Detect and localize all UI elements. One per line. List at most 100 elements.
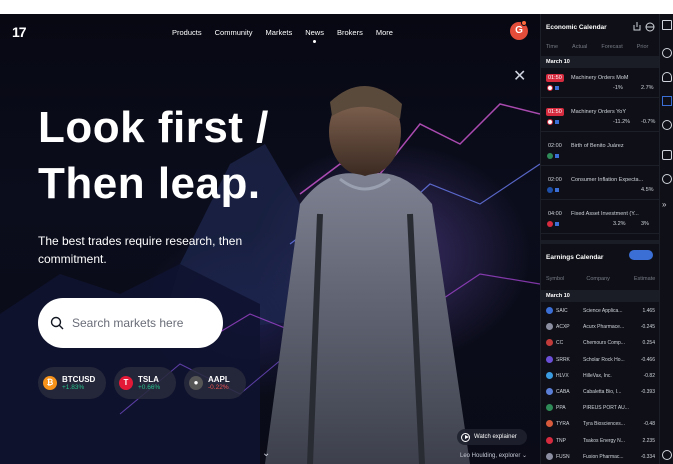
earnings-symbol: CC [556,340,564,347]
flag-icon [547,187,553,193]
earnings-row[interactable]: SRRK Scholar Rock Ho... -0.466 [541,353,659,367]
earnings-estimate: -0.393 [640,389,655,395]
event-value-2: -0.7% [641,119,656,125]
event-time: 02:00 [548,143,562,149]
earnings-estimate: 1.465 [642,308,655,314]
earnings-row[interactable]: TNP Tsakos Energy N... 2.235 [541,434,659,448]
nav-item-more[interactable]: More [376,28,393,43]
event-value-1: 3.2% [613,221,626,227]
event-name: Fixed Asset Investment (Y... [571,211,639,217]
earnings-estimate: -0.82 [643,372,655,379]
alert-clock-icon[interactable] [662,48,672,58]
event-row[interactable]: 02:00 Birth of Benito Juárez [541,140,659,166]
top-navigation: 17 Products Community Markets News Broke… [0,14,540,50]
earnings-row[interactable]: SAIC Science Applica... 1.465 [541,304,659,318]
event-row[interactable]: 01:50 Machinery Orders YoY -11.2% -0.7% [541,106,659,132]
earnings-symbol: TNP [556,437,566,444]
collapse-icon[interactable]: » [662,200,672,210]
search-icon [50,316,64,330]
event-value-2: 2.7% [641,85,654,91]
watchlist-icon[interactable] [662,20,672,30]
event-row[interactable]: 04:00 Fixed Asset Investment (Y... 3.2% … [541,208,659,234]
apple-icon: ● [189,376,203,390]
earnings-symbol: ACXP [556,324,570,331]
close-icon[interactable]: ✕ [513,66,526,86]
event-name: Machinery Orders MoM [571,75,629,81]
nav-item-products[interactable]: Products [172,28,202,43]
company-logo-icon [546,452,553,460]
earnings-row[interactable]: CC Chemours Comp... 0.254 [541,336,659,350]
event-row[interactable]: 02:00 Consumer Inflation Expecta... 4.5% [541,174,659,200]
col-actual: Actual [572,44,588,50]
earnings-estimate: 2.235 [642,437,655,444]
event-time: 04:00 [548,211,562,217]
ticker-btcusd[interactable]: ₿ BTCUSD +1.83% [38,367,106,399]
ticker-tsla[interactable]: T TSLA +0.66% [114,367,176,399]
ticker-aapl[interactable]: ● AAPL -0.22% [184,367,246,399]
bell-icon[interactable] [662,72,672,82]
ticker-change: +1.83% [62,384,85,391]
share-icon[interactable] [633,22,641,31]
top-strip [0,0,673,14]
event-name: Consumer Inflation Expecta... [571,177,644,183]
nav-item-news[interactable]: News [305,28,324,43]
company-logo-icon [546,420,553,428]
event-row[interactable]: 01:50 Machinery Orders MoM -1% 2.7% [541,72,659,98]
headline-line-2: Then leap. [38,159,261,208]
event-value-2: 3% [641,221,649,227]
economic-columns: Time Actual Forecast Prior [546,44,659,50]
earnings-symbol: CABA [556,389,570,395]
ticker-symbol: BTCUSD [62,375,96,384]
importance-icon [555,222,559,226]
tradingview-logo[interactable]: 17 [12,24,27,40]
country-flags-icon[interactable] [629,250,653,260]
search-box[interactable]: Search markets here [38,298,223,348]
event-time: 01:50 [546,74,564,82]
earnings-company: Cabaletta Bio, I... [583,389,622,395]
earnings-company: Scholar Rock Ho... [583,356,625,363]
col-prior: Prior [636,44,649,50]
nav-menu: Products Community Markets News Brokers … [172,28,393,43]
lightbulb-icon[interactable] [662,120,672,130]
earnings-company: Tsakos Energy N... [583,437,625,444]
nav-item-markets[interactable]: Markets [266,28,293,43]
chat-icon[interactable] [662,150,672,160]
company-logo-icon [546,339,553,347]
earnings-symbol: PPA [556,405,566,412]
watch-label: Watch explainer [474,434,517,440]
nav-item-community[interactable]: Community [215,28,253,43]
chevron-down-icon[interactable]: ⌄ [262,448,270,459]
globe-icon[interactable] [645,22,655,32]
event-name: Birth of Benito Juárez [571,143,624,149]
ticker-change: -0.22% [208,384,229,391]
earnings-company: HilleVax, Inc. [583,372,612,379]
earnings-estimate: -0.334 [640,453,655,460]
photo-credit[interactable]: Leo Houlding, explorer ⌄ [460,452,527,459]
earnings-row[interactable]: FUSN Fusion Pharmac... -0.334 [541,450,659,464]
tesla-icon: T [119,376,133,390]
earnings-row[interactable]: ACXP Acurx Pharmace... -0.245 [541,320,659,334]
notification-dot [521,20,527,26]
col-symbol: Symbol [546,276,565,282]
earnings-date: March 10 [541,290,659,302]
right-toolbar: » [659,14,673,464]
company-logo-icon [546,307,553,314]
earnings-row[interactable]: PPA PIREUS PORT AU... [541,401,659,415]
earnings-row[interactable]: HLVX HilleVax, Inc. -0.82 [541,369,659,383]
flag-icon [547,119,553,125]
earnings-company: Tyra Biosciences... [583,421,625,428]
earnings-row[interactable]: CABA Cabaletta Bio, I... -0.393 [541,385,659,399]
hero-subtitle: The best trades require research, then c… [38,234,243,266]
earnings-symbol: SRRK [556,356,570,363]
help-icon[interactable] [662,450,672,460]
signal-icon[interactable] [662,174,672,184]
company-logo-icon [546,388,553,395]
headline-line-1: Look first / [38,103,269,152]
earnings-row[interactable]: TYRA Tyra Biosciences... -0.48 [541,417,659,431]
earnings-company: Chemours Comp... [583,340,625,347]
flag-icon [547,85,553,91]
calendar-icon[interactable] [662,96,672,106]
event-value-1: -11.2% [613,119,631,125]
nav-item-brokers[interactable]: Brokers [337,28,363,43]
watch-explainer-button[interactable]: Watch explainer [457,429,527,445]
